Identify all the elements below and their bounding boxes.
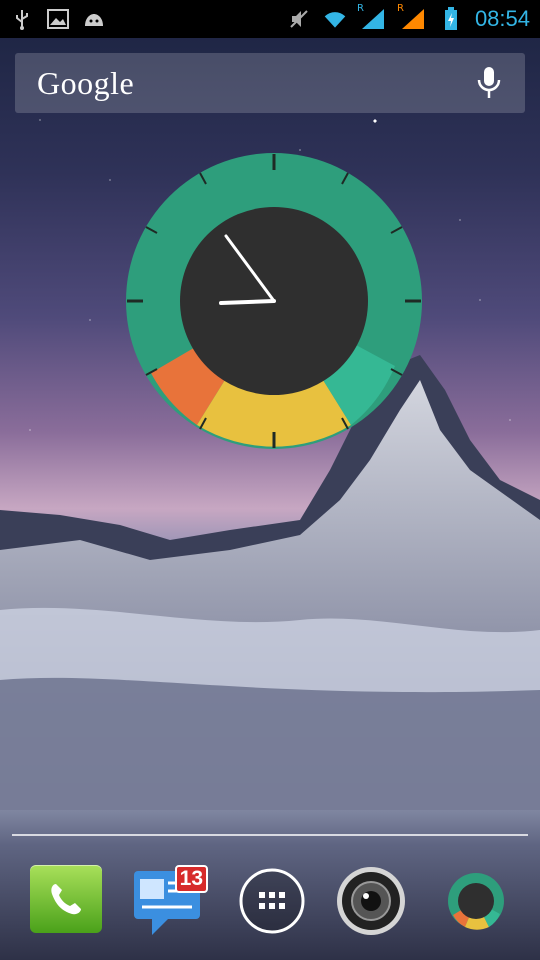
status-bar: R R 08:54	[0, 0, 540, 38]
roaming-label: R	[356, 3, 364, 14]
analog-clock-widget[interactable]	[125, 152, 423, 450]
mic-icon[interactable]	[475, 66, 503, 100]
image-icon	[46, 7, 70, 31]
signal-1-icon: R	[357, 3, 387, 31]
mute-icon	[287, 7, 311, 31]
clock-time: 08:54	[474, 6, 530, 31]
android-icon	[82, 7, 106, 31]
hour-hand	[219, 299, 276, 305]
battery-charging-icon	[439, 7, 463, 31]
notification-badge: 13	[174, 865, 208, 893]
all-apps-button[interactable]	[236, 865, 308, 937]
signal-2-icon: R	[397, 3, 427, 31]
google-logo-text: Google	[37, 64, 135, 101]
wifi-icon	[323, 7, 347, 31]
camera-app-icon[interactable]	[335, 865, 407, 937]
google-search-bar[interactable]: Google	[15, 53, 525, 113]
messages-app-icon[interactable]: 13	[132, 865, 208, 937]
clock-app-icon[interactable]	[440, 865, 512, 937]
roaming-label-2: R	[396, 3, 404, 14]
usb-icon	[10, 7, 34, 31]
dock-divider	[12, 834, 528, 836]
phone-app-icon[interactable]	[30, 865, 102, 933]
